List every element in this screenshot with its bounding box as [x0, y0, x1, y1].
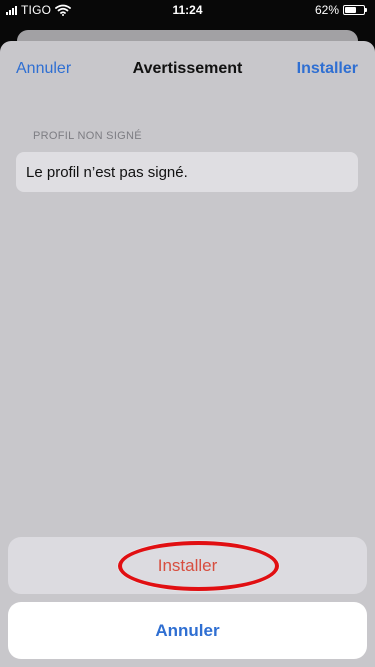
install-action-label: Installer — [157, 555, 218, 575]
install-nav-button[interactable]: Installer — [297, 59, 358, 79]
battery-percentage: 62% — [314, 3, 339, 17]
status-right: 62% — [315, 3, 367, 17]
unsigned-profile-section-header: PROFIL NON SIGNÉ — [33, 130, 142, 142]
unsigned-profile-message: Le profil n’est pas signé. — [26, 163, 188, 181]
battery-icon — [343, 5, 367, 15]
navigation-bar: Annuler Avertissement Installer — [0, 41, 375, 97]
battery-level-fill — [345, 7, 356, 13]
screen: TIGO 11:24 62% Annuler Avertissement Ins… — [0, 0, 375, 667]
unsigned-profile-card: Le profil n’est pas signé. — [16, 152, 358, 192]
status-bar: TIGO 11:24 62% — [0, 0, 375, 20]
cancel-action-button[interactable]: Annuler — [8, 602, 367, 659]
cancel-action-label: Annuler — [155, 620, 220, 640]
install-action-button[interactable]: Installer — [8, 537, 367, 594]
action-sheet: Installer Annuler — [8, 537, 367, 659]
